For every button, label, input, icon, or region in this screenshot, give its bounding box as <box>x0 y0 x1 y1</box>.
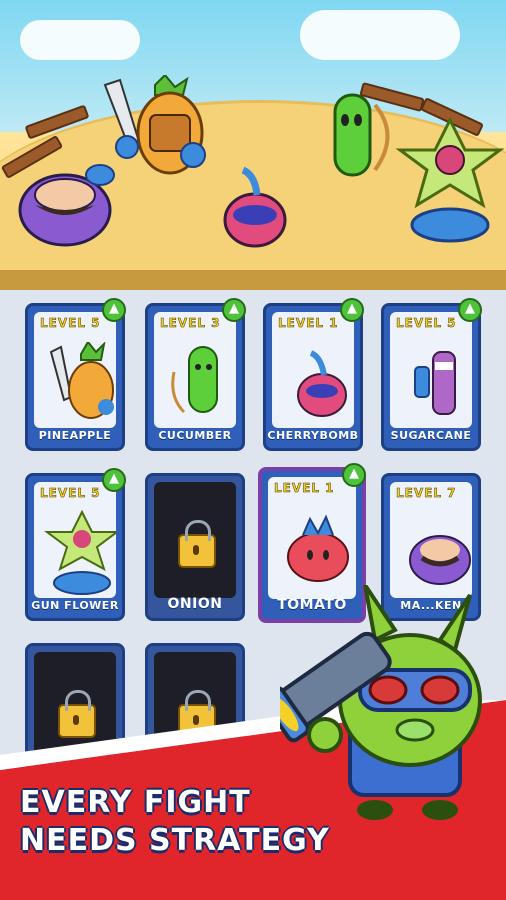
card-cucumber[interactable]: LEVEL 3 ▲ CUCUMBER <box>145 298 246 451</box>
card-pineapple[interactable]: LEVEL 5 ▲ PINEAPPLE <box>25 298 126 451</box>
gun-flower-icon <box>44 509 116 595</box>
card-name: GUN FLOWER <box>31 599 119 612</box>
card-portrait <box>154 482 236 598</box>
padlock-icon <box>178 520 216 568</box>
card-portrait: LEVEL 5 <box>34 482 116 598</box>
level-label: LEVEL 1 <box>278 316 339 331</box>
upgrade-arrow-icon[interactable]: ▲ <box>102 468 126 492</box>
card-name: SUGARCANE <box>390 429 472 442</box>
card-portrait: LEVEL 5 <box>34 312 116 428</box>
card-name: ONION <box>167 596 223 612</box>
cucumber-archer-character <box>333 93 390 177</box>
card-gun-flower[interactable]: LEVEL 5 ▲ GUN FLOWER <box>25 468 126 621</box>
pineapple-warrior-character <box>103 75 206 175</box>
battlefield-scene <box>0 0 506 290</box>
cherrybomb-character <box>223 166 287 248</box>
promo-tagline: EVERY FIGHT NEEDS STRATEGY <box>20 784 420 860</box>
level-label: LEVEL 7 <box>396 486 457 501</box>
upgrade-arrow-icon[interactable]: ▲ <box>342 463 366 487</box>
tagline-line2: NEEDS STRATEGY <box>20 823 330 858</box>
card-name: CHERRYBOMB <box>267 429 359 442</box>
cherrybomb-icon <box>297 350 347 417</box>
upgrade-arrow-icon[interactable]: ▲ <box>222 298 246 322</box>
upgrade-arrow-icon[interactable]: ▲ <box>340 298 364 322</box>
level-label: LEVEL 5 <box>40 316 101 331</box>
level-label: LEVEL 1 <box>274 481 335 496</box>
tagline-line1: EVERY FIGHT <box>20 785 251 820</box>
card-portrait: LEVEL 5 <box>390 312 472 428</box>
card-name: PINEAPPLE <box>38 429 112 442</box>
card-onion-locked[interactable]: ONION <box>145 473 245 621</box>
sugarcane-icon <box>414 351 456 415</box>
ground-edge <box>0 270 506 290</box>
card-portrait: LEVEL 1 <box>268 477 356 599</box>
cloud <box>20 20 140 60</box>
upgrade-arrow-icon[interactable]: ▲ <box>458 298 482 322</box>
upgrade-arrow-icon[interactable]: ▲ <box>102 298 126 322</box>
mustache-character-icon <box>409 535 471 585</box>
cloud <box>300 10 460 60</box>
cucumber-icon <box>171 346 218 414</box>
card-cherrybomb[interactable]: LEVEL 1 ▲ CHERRYBOMB <box>263 298 364 451</box>
level-label: LEVEL 5 <box>396 316 457 331</box>
tomato-icon <box>287 514 349 582</box>
level-label: LEVEL 5 <box>40 486 101 501</box>
gun-flower-character <box>395 116 505 243</box>
card-portrait: LEVEL 1 <box>272 312 354 428</box>
card-portrait: LEVEL 3 <box>154 312 236 428</box>
level-label: LEVEL 3 <box>160 316 221 331</box>
pineapple-icon <box>49 342 114 419</box>
card-portrait: LEVEL 7 <box>390 482 472 598</box>
card-sugarcane[interactable]: LEVEL 5 ▲ SUGARCANE <box>381 298 482 451</box>
card-name: CUCUMBER <box>158 429 232 442</box>
